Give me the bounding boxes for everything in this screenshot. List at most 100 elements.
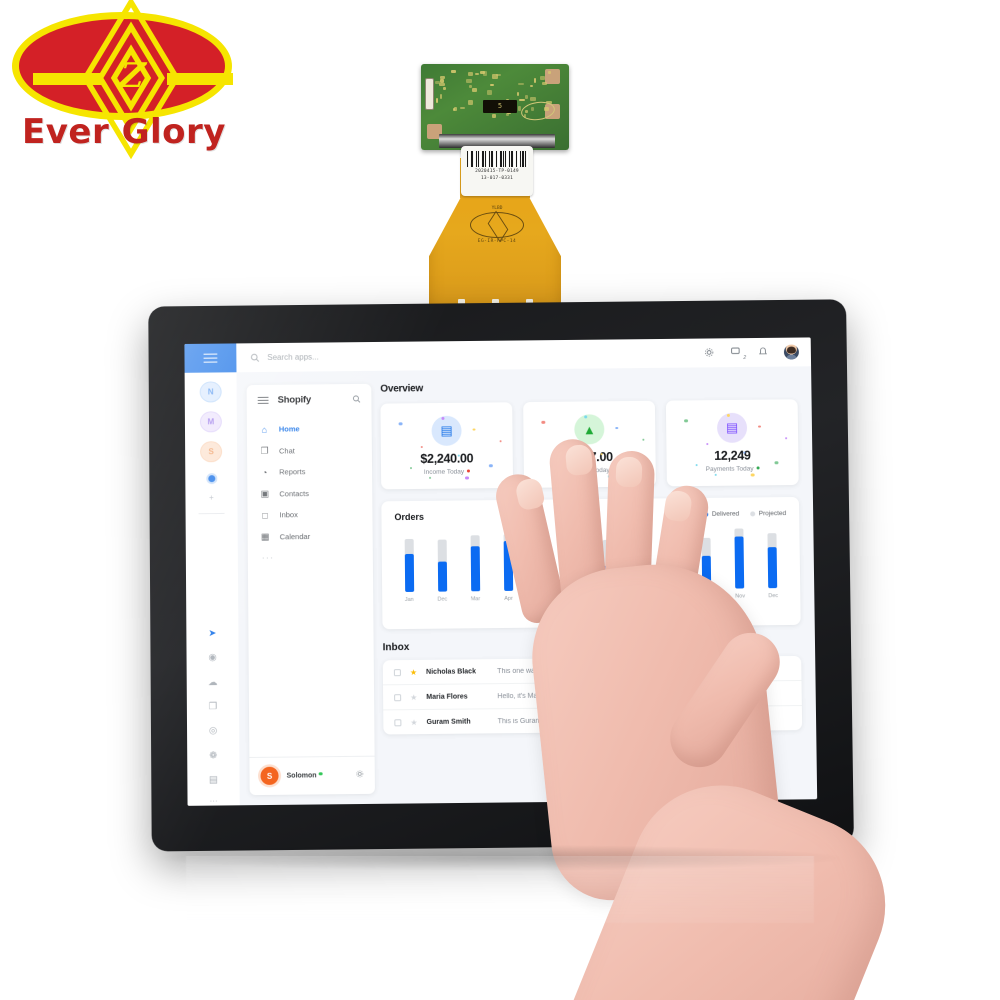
pcb-component	[530, 97, 536, 101]
rail-add-button[interactable]: +	[209, 493, 214, 502]
messages-icon[interactable]: 2	[731, 347, 742, 359]
chart-bar-column: Jan	[397, 539, 422, 604]
nav-more-button[interactable]: ···	[248, 546, 373, 568]
chart-bar-column: Nov	[727, 529, 752, 600]
barcode-bar	[509, 151, 510, 167]
gear-icon[interactable]	[356, 770, 364, 780]
pcb-component	[548, 71, 551, 74]
hamburger-icon[interactable]	[258, 396, 269, 404]
rail-active-indicator[interactable]	[206, 473, 217, 484]
bar-delivered	[437, 562, 446, 592]
sidebar-item-label: Chat	[279, 446, 295, 455]
app-topbar: Search apps... 2	[184, 337, 811, 372]
bell-icon[interactable]	[759, 346, 767, 358]
bar-delivered	[404, 553, 413, 592]
pcb-component	[460, 107, 465, 109]
pcb-component	[440, 79, 444, 83]
row-checkbox[interactable]	[394, 719, 401, 726]
gear-icon[interactable]	[704, 347, 714, 359]
pcb-main-ic: 5	[483, 100, 517, 113]
fpc-silkscreen-logo: YLBD EG-IR-FPC-14	[459, 206, 535, 244]
cloud-icon[interactable]: ☁	[205, 675, 221, 690]
bar-projected	[470, 535, 480, 591]
chart-bar-column: Dec	[430, 539, 455, 602]
barcode-bar	[527, 151, 528, 167]
legend-item-projected[interactable]: Projected	[750, 510, 786, 517]
nav-user-footer[interactable]: S Solomon	[249, 756, 375, 785]
rail-avatar-m[interactable]: M	[200, 411, 222, 432]
bar-delivered	[503, 541, 513, 591]
pcb-side-connector	[425, 78, 434, 110]
chart-bar-column: May	[529, 532, 554, 602]
bar-projected	[503, 534, 513, 591]
sidebar-item-label: Home	[279, 424, 300, 433]
sidebar-item-chat[interactable]: ❐ Chat	[247, 439, 372, 462]
book-icon[interactable]: ▤	[205, 772, 221, 788]
search-input[interactable]: Search apps...	[267, 353, 319, 362]
nav-header: Shopify	[247, 394, 372, 419]
pcb-component	[469, 85, 472, 88]
sidebar-item-reports[interactable]: ◔ Reports	[247, 461, 372, 483]
rail-spacer	[212, 529, 213, 617]
barcode-bar	[494, 151, 495, 167]
avatar[interactable]	[784, 345, 799, 360]
barcode-bar	[522, 151, 524, 167]
bar-projected	[735, 529, 745, 589]
message-snippet: Hello, it's Maria, here from Onlighten M…	[497, 691, 626, 699]
row-checkbox[interactable]	[394, 669, 401, 676]
chart-legend: Delivered Projected	[703, 510, 786, 518]
search-icon	[250, 349, 259, 367]
barcode-bar	[507, 151, 508, 167]
pcb-component	[440, 94, 442, 99]
pcb-component	[540, 76, 545, 80]
stat-label: Accounts Today	[524, 467, 656, 475]
legend-label: Delivered	[712, 510, 740, 517]
controller-pcb: 5	[421, 64, 569, 150]
search-icon[interactable]	[352, 394, 360, 404]
bar-projected	[636, 536, 646, 589]
barcode-bar	[474, 151, 475, 167]
puzzle-icon[interactable]: ❁	[205, 748, 221, 764]
camera-icon[interactable]: ◉	[205, 650, 221, 665]
brand-name: Ever Glory	[18, 112, 230, 152]
sidebar-item-inbox[interactable]: □ Inbox	[247, 503, 372, 525]
rail-avatar-n[interactable]: N	[200, 381, 222, 402]
rail-avatar-s[interactable]: S	[200, 441, 222, 462]
display-screen: Search apps... 2 N M S + ➤ ◉ ☁ ❐ ◎ ❁ ▤ ·…	[184, 337, 817, 805]
barcode-bar	[476, 151, 477, 167]
target-icon[interactable]: ◎	[205, 723, 221, 739]
barcode-bar	[525, 151, 526, 167]
rail-more-button[interactable]: ···	[210, 796, 218, 805]
status-badge	[613, 468, 616, 471]
bar-projected	[702, 538, 712, 589]
sidebar-item-calendar[interactable]: ▦ Calendar	[248, 524, 373, 547]
star-icon[interactable]: ★	[410, 693, 417, 702]
stat-card-income-today[interactable]: ▤ $2,240.00 Income Today	[380, 402, 513, 489]
pcb-component	[487, 90, 492, 95]
pcb-component	[466, 79, 472, 83]
pcb-component	[530, 85, 533, 87]
star-icon[interactable]: ★	[410, 718, 417, 727]
files-icon[interactable]: ❐	[205, 699, 221, 714]
x-axis-tick-label: Aug	[636, 594, 646, 600]
sidebar-item-label: Reports	[279, 467, 305, 476]
barcode-bar	[482, 151, 484, 167]
stat-card-accounts-today[interactable]: ▲ 1,467.00 Accounts Today	[523, 401, 656, 488]
chart-header: Orders Delivered Projected	[394, 508, 786, 522]
chart-plot-area: Jan Dec Mar Apr May Jun Jul Aug Sep Oct Nov Dec	[395, 527, 788, 603]
stat-card-payments-today[interactable]: ▤ 12,249 Payments Today	[666, 399, 799, 486]
sidebar-item-home[interactable]: ⌂ Home	[247, 418, 372, 440]
orders-chart-card: Orders Delivered Projected Jan Dec Mar Apr Ma…	[381, 497, 800, 629]
table-row[interactable]: ★ Guram Smith This is Guram here from Onli…	[383, 706, 802, 734]
sidebar-item-contacts[interactable]: ▣ Contacts	[247, 481, 372, 504]
message-sender: Guram Smith	[427, 718, 489, 726]
income-icon: ▤	[431, 416, 461, 446]
row-checkbox[interactable]	[394, 694, 401, 701]
pcb-component	[518, 83, 524, 85]
barcode-bar	[489, 151, 490, 167]
global-search[interactable]: Search apps...	[250, 348, 319, 367]
compass-icon[interactable]: ➤	[204, 626, 220, 641]
legend-item-delivered[interactable]: Delivered	[703, 510, 739, 517]
topbar-menu-button[interactable]	[184, 343, 236, 372]
star-icon[interactable]: ★	[410, 667, 417, 676]
